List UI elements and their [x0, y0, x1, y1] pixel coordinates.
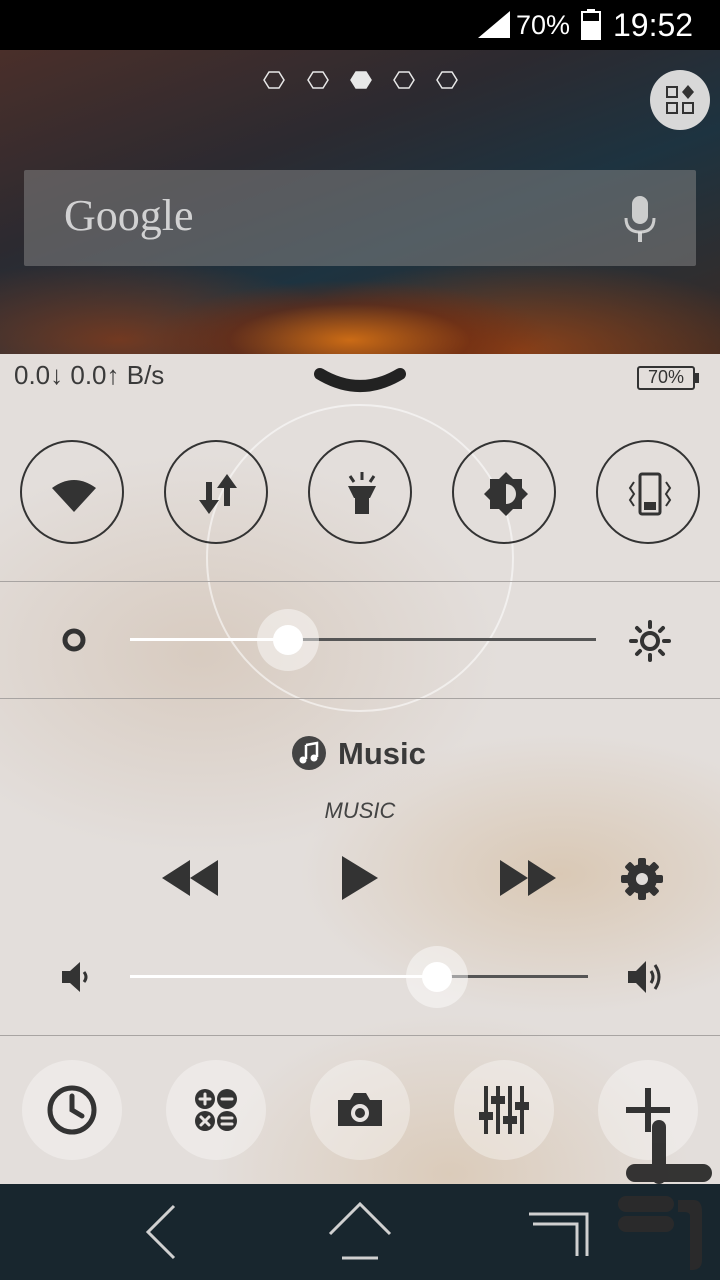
volume-fill — [130, 975, 437, 978]
divider — [0, 698, 720, 699]
home-screen: Google — [0, 50, 720, 354]
flashlight-icon — [348, 472, 376, 514]
equalizer-icon — [479, 1086, 529, 1134]
page-dot[interactable] — [263, 70, 285, 90]
battery-percent: 70% — [516, 10, 571, 40]
page-dot[interactable] — [307, 70, 329, 90]
apps-grid-icon — [666, 85, 694, 114]
volume-low-icon — [62, 962, 88, 992]
calculator-shortcut[interactable] — [166, 1060, 266, 1160]
signal-icon — [478, 11, 510, 38]
status-bar: 70% 19:52 — [0, 0, 720, 50]
recents-icon[interactable] — [525, 1202, 595, 1262]
microphone-icon[interactable] — [622, 196, 658, 244]
page-dot-active[interactable] — [350, 70, 372, 90]
clock-shortcut[interactable] — [22, 1060, 122, 1160]
divider — [0, 1035, 720, 1036]
brightness-auto-icon — [484, 472, 528, 516]
clock-icon — [47, 1085, 97, 1135]
gear-icon[interactable] — [620, 857, 664, 901]
calculator-icon — [195, 1089, 237, 1131]
google-logo: Google — [64, 191, 194, 240]
volume-high-icon — [628, 961, 661, 993]
vibrate-icon — [628, 472, 672, 516]
battery-badge-text: 70% — [647, 367, 685, 387]
vibrate-toggle[interactable] — [596, 440, 700, 544]
control-panel: 0.0↓ 0.0↑ B/s 70% Music MUSIC — [0, 354, 720, 1184]
music-note-icon — [292, 736, 326, 770]
battery-badge: 70% — [637, 366, 699, 390]
divider — [0, 581, 720, 582]
battery-icon — [581, 9, 601, 40]
wifi-icon — [52, 480, 96, 512]
brightness-low-icon — [62, 628, 86, 652]
google-search-bar[interactable]: Google — [24, 170, 696, 266]
equalizer-shortcut[interactable] — [454, 1060, 554, 1160]
back-icon[interactable] — [140, 1202, 210, 1262]
brightness-toggle[interactable] — [452, 440, 556, 544]
mobile-data-toggle[interactable] — [164, 440, 268, 544]
watermark-logo — [618, 1120, 712, 1270]
fast-forward-icon[interactable] — [500, 860, 556, 896]
page-dot[interactable] — [436, 70, 458, 90]
rewind-icon[interactable] — [162, 860, 218, 896]
home-icon[interactable] — [325, 1202, 395, 1262]
battery-badge-tip — [695, 373, 699, 383]
network-speed: 0.0↓ 0.0↑ B/s — [14, 360, 165, 390]
play-icon[interactable] — [342, 856, 378, 900]
app-drawer-button[interactable] — [650, 70, 710, 130]
camera-shortcut[interactable] — [310, 1060, 410, 1160]
wifi-toggle[interactable] — [20, 440, 124, 544]
music-title: Music — [338, 736, 426, 771]
flashlight-toggle[interactable] — [308, 440, 412, 544]
volume-knob[interactable] — [421, 962, 452, 992]
music-subtitle: MUSIC — [324, 798, 396, 823]
page-dot[interactable] — [393, 70, 415, 90]
clock-time: 19:52 — [613, 7, 694, 43]
collapse-chevron-icon[interactable] — [314, 366, 406, 396]
data-transfer-icon — [199, 474, 237, 514]
page-indicator — [260, 70, 460, 90]
brightness-high-icon — [629, 620, 671, 662]
camera-icon — [338, 1093, 382, 1126]
